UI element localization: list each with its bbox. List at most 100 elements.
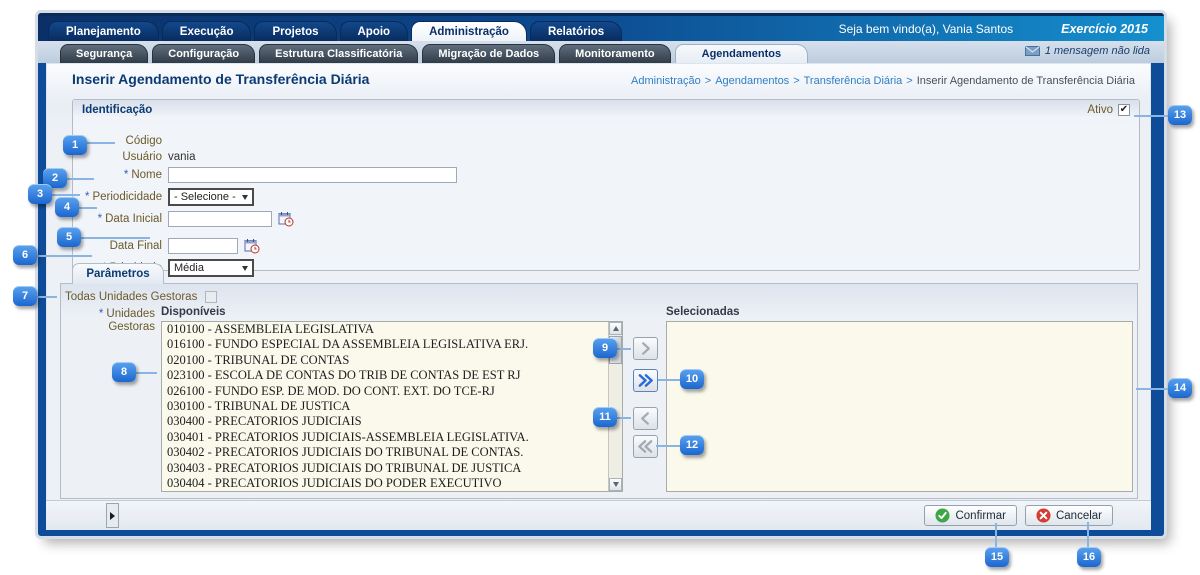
triangle-down-icon bbox=[613, 482, 619, 487]
breadcrumb-separator: > bbox=[705, 75, 711, 87]
breadcrumb: Administração > Agendamentos > Transferência… bbox=[631, 75, 1135, 87]
required-marker: * bbox=[98, 213, 102, 225]
callout-line-8 bbox=[136, 372, 157, 374]
breadcrumb-separator: > bbox=[793, 75, 799, 87]
action-bar: Confirmar Cancelar bbox=[46, 500, 1151, 530]
list-item[interactable]: 030401 - PRECATORIOS JUDICIAIS-ASSEMBLEI… bbox=[162, 430, 622, 445]
confirmar-button[interactable]: Confirmar bbox=[924, 505, 1016, 526]
ativo-checkmark: ✔ bbox=[1120, 105, 1128, 115]
tab-estrutura-classificatoria[interactable]: Estrutura Classificatória bbox=[259, 44, 418, 63]
list-item[interactable]: 030402 - PRECATORIOS JUDICIAIS DO TRIBUN… bbox=[162, 445, 622, 460]
list-item[interactable]: 030403 - PRECATORIOS JUDICIAIS DO TRIBUN… bbox=[162, 461, 622, 476]
required-marker: * bbox=[85, 191, 89, 203]
tab-monitoramento[interactable]: Monitoramento bbox=[559, 44, 670, 63]
tab-administracao[interactable]: Administração bbox=[411, 21, 527, 41]
transfer-buttons bbox=[633, 337, 659, 458]
callout-line-15 bbox=[995, 523, 997, 547]
message-area: 1 mensagem não lida bbox=[1025, 45, 1150, 57]
double-chevron-left-icon bbox=[637, 439, 654, 454]
screenshot-stage: Planejamento Execução Projetos Apoio Adm… bbox=[0, 0, 1200, 575]
move-right-button[interactable] bbox=[633, 337, 658, 360]
callout-line-11 bbox=[617, 417, 631, 419]
selecionadas-listbox[interactable] bbox=[666, 321, 1133, 492]
data-inicial-input[interactable] bbox=[168, 211, 272, 227]
usuario-label: Usuário bbox=[85, 151, 162, 163]
tab-apoio[interactable]: Apoio bbox=[340, 21, 409, 41]
required-marker: * bbox=[99, 308, 103, 320]
nome-input[interactable] bbox=[168, 167, 457, 183]
tab-relatorios[interactable]: Relatórios bbox=[530, 21, 622, 41]
tab-agendamentos[interactable]: Agendamentos bbox=[675, 44, 808, 63]
todas-unidades-gestoras-checkbox[interactable] bbox=[205, 291, 217, 303]
identificacao-legend: Identificação bbox=[82, 104, 152, 116]
welcome-text: Seja bem vindo(a), Vania Santos bbox=[839, 22, 1014, 36]
list-item[interactable]: 023100 - ESCOLA DE CONTAS DO TRIB DE CON… bbox=[162, 368, 622, 383]
tab-seguranca[interactable]: Segurança bbox=[60, 44, 148, 63]
callout-line-12 bbox=[656, 445, 680, 447]
calendar-icon[interactable] bbox=[278, 211, 294, 227]
breadcrumb-link-agendamentos[interactable]: Agendamentos bbox=[715, 75, 789, 87]
app-window: Planejamento Execução Projetos Apoio Adm… bbox=[38, 13, 1164, 536]
codigo-label: Código bbox=[85, 135, 162, 147]
move-all-left-button[interactable] bbox=[633, 435, 658, 458]
callout-badge-4: 4 bbox=[55, 197, 79, 217]
identificacao-fields: Código Usuário vania *Nome *Periodic bbox=[73, 119, 1139, 278]
calendar-icon[interactable] bbox=[244, 238, 260, 254]
ativo-label: Ativo bbox=[1087, 104, 1113, 116]
tab-parametros[interactable]: Parâmetros bbox=[72, 263, 164, 284]
tab-execucao[interactable]: Execução bbox=[162, 21, 252, 41]
tab-planejamento[interactable]: Planejamento bbox=[48, 21, 159, 41]
list-item[interactable]: 030404 - PRECATORIOS JUDICIAIS DO PODER … bbox=[162, 476, 622, 491]
callout-badge-3: 3 bbox=[28, 184, 52, 204]
breadcrumb-link-administracao[interactable]: Administração bbox=[631, 75, 701, 87]
move-all-right-button[interactable] bbox=[633, 369, 658, 392]
list-item[interactable]: 030100 - TRIBUNAL DE JUSTICA bbox=[162, 399, 622, 414]
page-title: Inserir Agendamento de Transferência Diá… bbox=[72, 71, 369, 87]
periodicidade-label: Periodicidade bbox=[92, 191, 162, 203]
window-frame: Inserir Agendamento de Transferência Diá… bbox=[38, 63, 1164, 536]
callout-badge-11: 11 bbox=[593, 407, 617, 427]
callout-line-9 bbox=[617, 348, 631, 350]
move-left-button[interactable] bbox=[633, 407, 658, 430]
triangle-up-icon bbox=[613, 326, 619, 331]
exercise-label: Exercício 2015 bbox=[1061, 22, 1148, 36]
triangle-right-icon bbox=[110, 512, 115, 520]
callout-badge-8: 8 bbox=[112, 362, 136, 382]
disponiveis-listbox[interactable]: 010100 - ASSEMBLEIA LEGISLATIVA 016100 -… bbox=[161, 321, 623, 492]
callout-badge-9: 9 bbox=[593, 338, 617, 358]
scroll-up-button[interactable] bbox=[609, 322, 622, 335]
tab-configuracao[interactable]: Configuração bbox=[152, 44, 255, 63]
callout-badge-16: 16 bbox=[1077, 547, 1101, 567]
prioridade-select[interactable]: Média bbox=[168, 259, 254, 277]
data-final-label: Data Final bbox=[85, 240, 162, 252]
periodicidade-select[interactable]: - Selecione - bbox=[168, 188, 254, 206]
chevron-left-icon bbox=[638, 411, 653, 426]
nome-label: Nome bbox=[131, 169, 162, 181]
callout-line-16 bbox=[1087, 522, 1089, 547]
scroll-down-button[interactable] bbox=[609, 478, 622, 491]
periodicidade-value: - Selecione - bbox=[174, 191, 236, 203]
list-item[interactable]: 026100 - FUNDO ESP. DE MOD. DO CONT. EXT… bbox=[162, 384, 622, 399]
tab-migracao-de-dados[interactable]: Migração de Dados bbox=[422, 44, 555, 63]
list-item[interactable]: 010100 - ASSEMBLEIA LEGISLATIVA bbox=[162, 322, 622, 337]
callout-badge-14: 14 bbox=[1168, 378, 1192, 398]
list-item[interactable]: 016100 - FUNDO ESPECIAL DA ASSEMBLEIA LE… bbox=[162, 337, 622, 352]
disponiveis-header: Disponíveis bbox=[161, 306, 226, 318]
unread-message-link[interactable]: 1 mensagem não lida bbox=[1045, 45, 1150, 57]
callout-line-10 bbox=[658, 379, 680, 381]
required-marker: * bbox=[124, 169, 128, 181]
content-area: Inserir Agendamento de Transferência Diá… bbox=[46, 63, 1151, 530]
ativo-checkbox[interactable]: ✔ bbox=[1118, 104, 1130, 116]
cancelar-button[interactable]: Cancelar bbox=[1025, 505, 1113, 526]
callout-line-5 bbox=[81, 237, 150, 239]
callout-badge-5: 5 bbox=[57, 227, 81, 247]
parametros-panel: Todas Unidades Gestoras *Unidades Gestor… bbox=[60, 283, 1138, 499]
breadcrumb-link-transferencia-diaria[interactable]: Transferência Diária bbox=[804, 75, 903, 87]
data-inicial-label: Data Inicial bbox=[105, 213, 162, 225]
data-final-input[interactable] bbox=[168, 238, 238, 254]
panel-collapse-handle[interactable] bbox=[106, 503, 119, 528]
list-item[interactable]: 030400 - PRECATORIOS JUDICIAIS bbox=[162, 414, 622, 429]
list-item[interactable]: 020100 - TRIBUNAL DE CONTAS bbox=[162, 353, 622, 368]
tab-projetos[interactable]: Projetos bbox=[254, 21, 336, 41]
callout-line-4 bbox=[79, 207, 97, 209]
